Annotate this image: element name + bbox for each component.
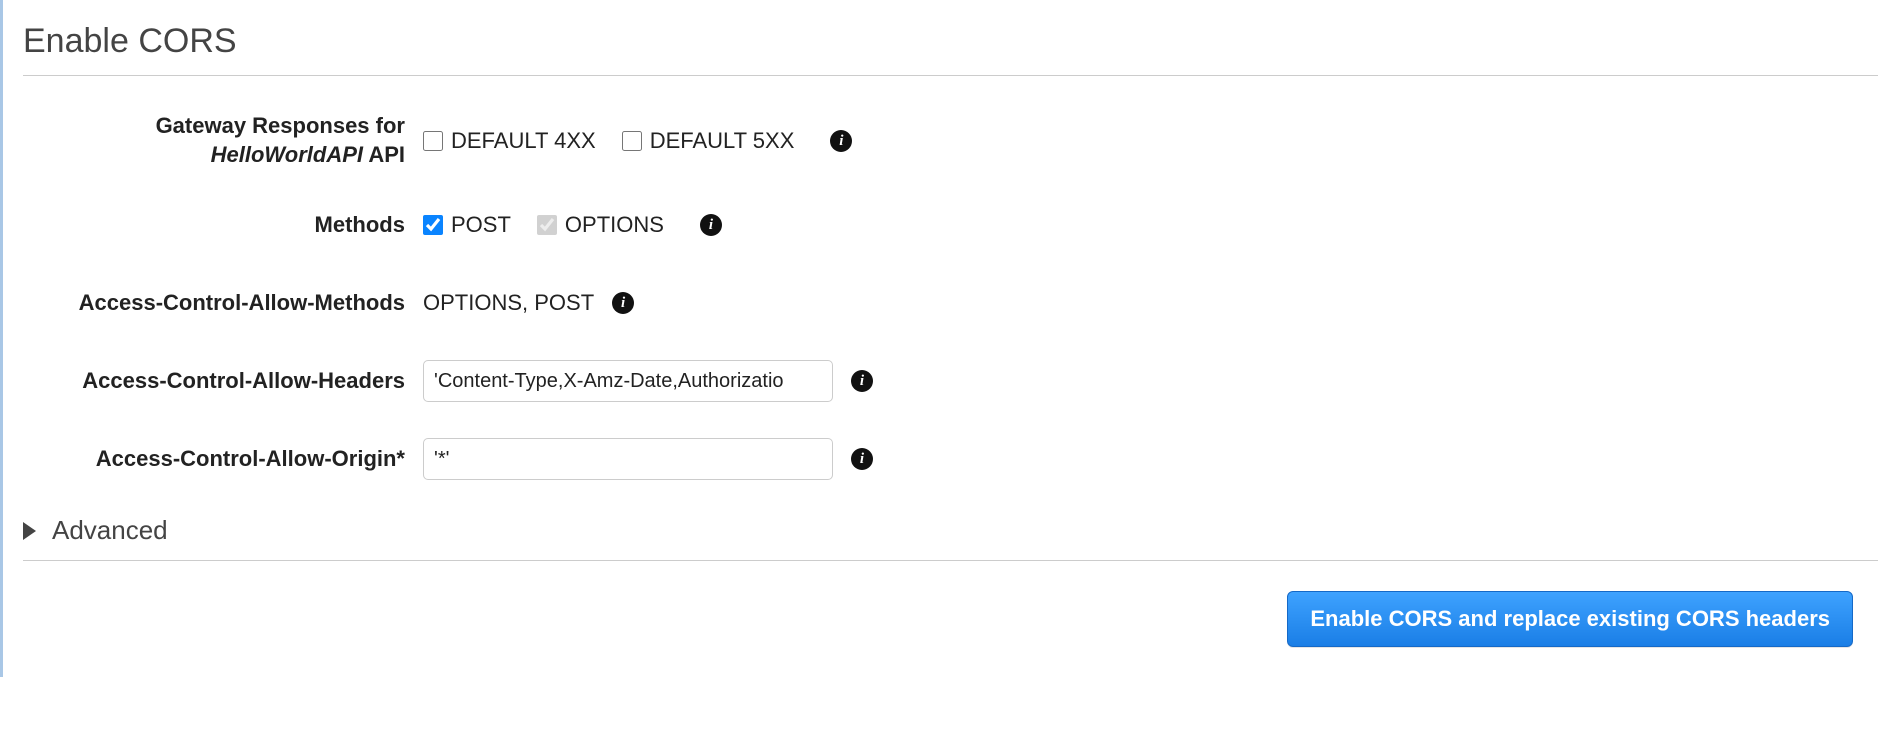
- checkbox-label: DEFAULT 5XX: [650, 128, 795, 154]
- checkbox-default-5xx[interactable]: [622, 131, 642, 151]
- label-allow-headers: Access-Control-Allow-Headers: [23, 367, 423, 396]
- button-row: Enable CORS and replace existing CORS he…: [23, 591, 1878, 647]
- caret-right-icon: [23, 522, 36, 540]
- row-allow-headers: Access-Control-Allow-Headers i: [23, 359, 1878, 403]
- input-allow-origin[interactable]: [423, 438, 833, 480]
- divider: [23, 75, 1878, 76]
- info-icon[interactable]: i: [830, 130, 852, 152]
- label-text-suffix: API: [368, 142, 405, 167]
- checkbox-post-wrap[interactable]: POST: [423, 212, 511, 238]
- row-allow-methods: Access-Control-Allow-Methods OPTIONS, PO…: [23, 281, 1878, 325]
- checkbox-label: OPTIONS: [565, 212, 664, 238]
- checkbox-default-4xx-wrap[interactable]: DEFAULT 4XX: [423, 128, 596, 154]
- divider: [23, 560, 1878, 561]
- row-gateway-responses: Gateway Responses for HelloWorldAPI API …: [23, 112, 1878, 169]
- label-gateway-responses: Gateway Responses for HelloWorldAPI API: [23, 112, 423, 169]
- row-allow-origin: Access-Control-Allow-Origin* i: [23, 437, 1878, 481]
- checkbox-default-4xx[interactable]: [423, 131, 443, 151]
- info-icon[interactable]: i: [612, 292, 634, 314]
- advanced-label: Advanced: [52, 515, 168, 546]
- advanced-toggle[interactable]: Advanced: [23, 515, 1878, 546]
- info-icon[interactable]: i: [700, 214, 722, 236]
- checkbox-default-5xx-wrap[interactable]: DEFAULT 5XX: [622, 128, 795, 154]
- label-allow-origin: Access-Control-Allow-Origin*: [23, 445, 423, 474]
- checkbox-options: [537, 215, 557, 235]
- checkbox-options-wrap: OPTIONS: [537, 212, 664, 238]
- info-icon[interactable]: i: [851, 448, 873, 470]
- checkbox-label: DEFAULT 4XX: [451, 128, 596, 154]
- input-allow-headers[interactable]: [423, 360, 833, 402]
- page-title: Enable CORS: [23, 22, 1878, 61]
- label-methods: Methods: [23, 211, 423, 240]
- checkbox-post[interactable]: [423, 215, 443, 235]
- enable-cors-button[interactable]: Enable CORS and replace existing CORS he…: [1287, 591, 1853, 647]
- checkbox-label: POST: [451, 212, 511, 238]
- row-methods: Methods POST OPTIONS i: [23, 203, 1878, 247]
- label-text: Gateway Responses for: [156, 113, 405, 138]
- label-allow-methods: Access-Control-Allow-Methods: [23, 289, 423, 318]
- api-name: HelloWorldAPI: [211, 142, 363, 167]
- info-icon[interactable]: i: [851, 370, 873, 392]
- value-allow-methods: OPTIONS, POST: [423, 290, 594, 316]
